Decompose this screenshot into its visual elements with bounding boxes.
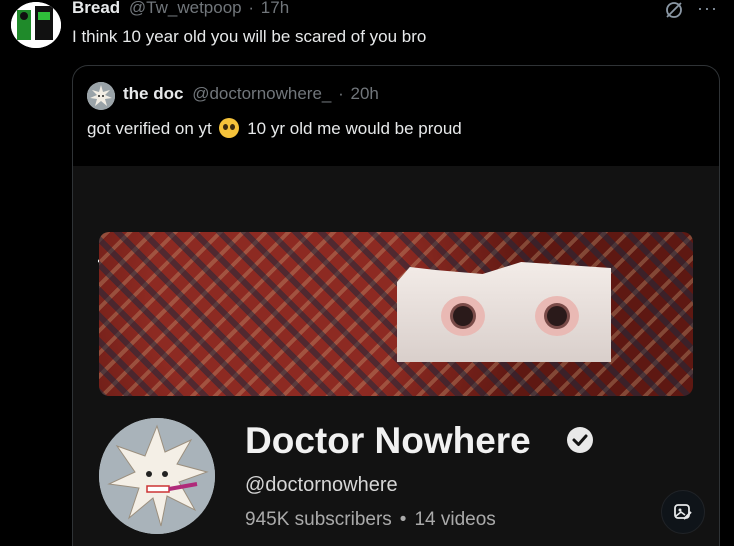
channel-handle: @doctornowhere: [245, 474, 398, 496]
banner-face-image: [397, 262, 611, 362]
stat-separator: •: [399, 509, 407, 530]
subscriber-count: 945K subscribers: [245, 509, 392, 530]
author-avatar[interactable]: [11, 2, 61, 48]
left-eye: [441, 296, 485, 336]
quote-time: 20h: [350, 84, 379, 103]
quote-author-name[interactable]: the doc: [123, 84, 183, 103]
separator-dot: ·: [248, 0, 255, 17]
quote-text-after: 10 yr old me would be proud: [247, 119, 462, 138]
image-edit-button[interactable]: [661, 490, 705, 534]
grok-icon[interactable]: [664, 0, 684, 20]
pleading-face-emoji-icon: [219, 118, 240, 138]
channel-avatar: [99, 418, 215, 534]
channel-name: Doctor Nowhere: [245, 420, 531, 461]
quote-author-avatar[interactable]: [87, 82, 115, 110]
channel-stats: 945K subscribers • 14 videos: [245, 509, 496, 531]
author-handle[interactable]: @Tw_wetpoop: [129, 0, 242, 17]
quote-text: got verified on yt 10 yr old me would be…: [87, 118, 462, 139]
quoted-tweet[interactable]: the doc @doctornowhere_ · 20h got verifi…: [72, 65, 720, 546]
author-name[interactable]: Bread: [72, 0, 120, 17]
tweet-header: Bread @Tw_wetpoop · 17h: [72, 0, 289, 18]
verified-badge-icon: [567, 427, 593, 453]
separator-dot: ·: [338, 84, 344, 103]
quote-text-before: got verified on yt: [87, 119, 212, 138]
tweet-time[interactable]: 17h: [261, 0, 289, 17]
tweet-text: I think 10 year old you will be scared o…: [72, 27, 427, 46]
quote-header: the doc @doctornowhere_ · 20h: [123, 84, 379, 104]
quote-author-handle[interactable]: @doctornowhere_: [192, 84, 331, 103]
more-options-icon[interactable]: ···: [697, 0, 718, 19]
right-eye: [535, 296, 579, 336]
video-count: 14 videos: [414, 509, 496, 530]
channel-banner: [99, 232, 693, 396]
image-edit-icon: [674, 504, 692, 520]
